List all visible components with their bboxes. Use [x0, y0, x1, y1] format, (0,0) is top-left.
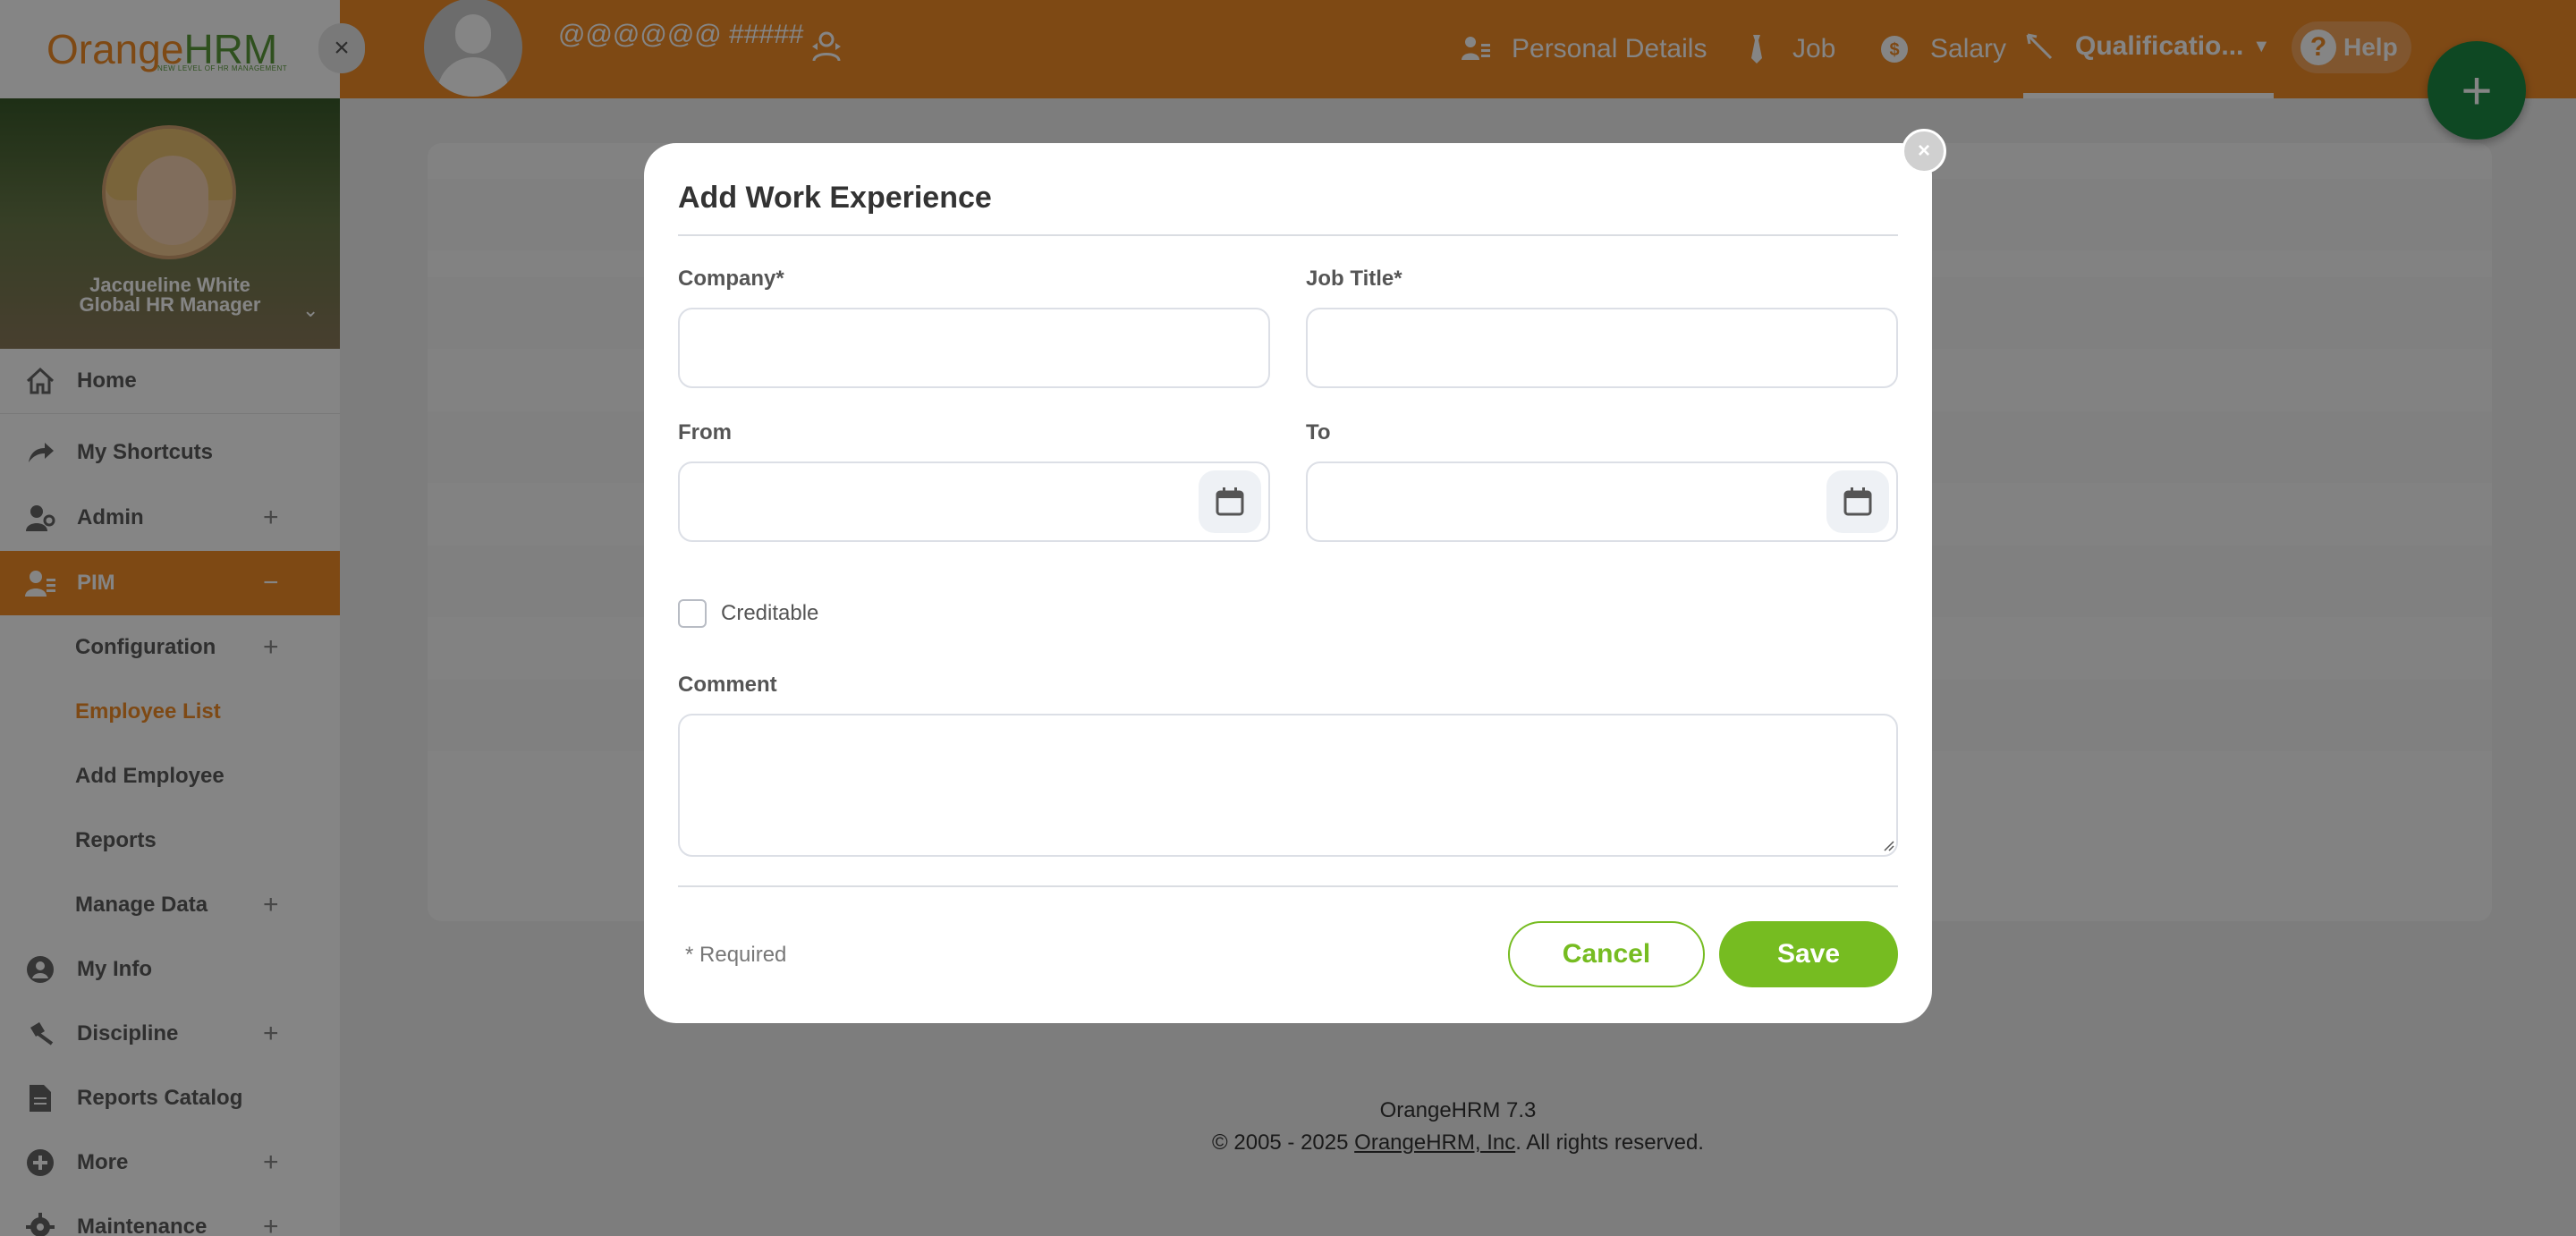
from-calendar-button[interactable] [1199, 470, 1261, 533]
company-label: Company* [678, 267, 784, 291]
job-title-input[interactable] [1306, 308, 1898, 388]
creditable-label: Creditable [721, 601, 819, 625]
footer-divider [678, 885, 1898, 887]
creditable-checkbox[interactable] [678, 599, 707, 628]
calendar-icon [1843, 487, 1872, 516]
add-work-experience-dialog: Add Work Experience Company* Job Title* … [644, 143, 1932, 1023]
company-input[interactable] [678, 308, 1270, 388]
comment-label: Comment [678, 673, 777, 697]
resize-handle-icon[interactable] [1880, 837, 1894, 851]
from-label: From [678, 420, 732, 444]
title-divider [678, 234, 1898, 236]
close-icon: × [1917, 139, 1930, 163]
to-label: To [1306, 420, 1331, 444]
required-note: * Required [685, 943, 787, 967]
dialog-title: Add Work Experience [678, 181, 992, 215]
cancel-button[interactable]: Cancel [1508, 921, 1705, 987]
to-date-input[interactable] [1306, 461, 1898, 542]
comment-textarea[interactable] [678, 714, 1898, 857]
to-calendar-button[interactable] [1826, 470, 1889, 533]
calendar-icon [1216, 487, 1244, 516]
modal-close-button[interactable]: × [1902, 129, 1946, 174]
save-button[interactable]: Save [1719, 921, 1898, 987]
job-title-label: Job Title* [1306, 267, 1402, 291]
from-date-input[interactable] [678, 461, 1270, 542]
